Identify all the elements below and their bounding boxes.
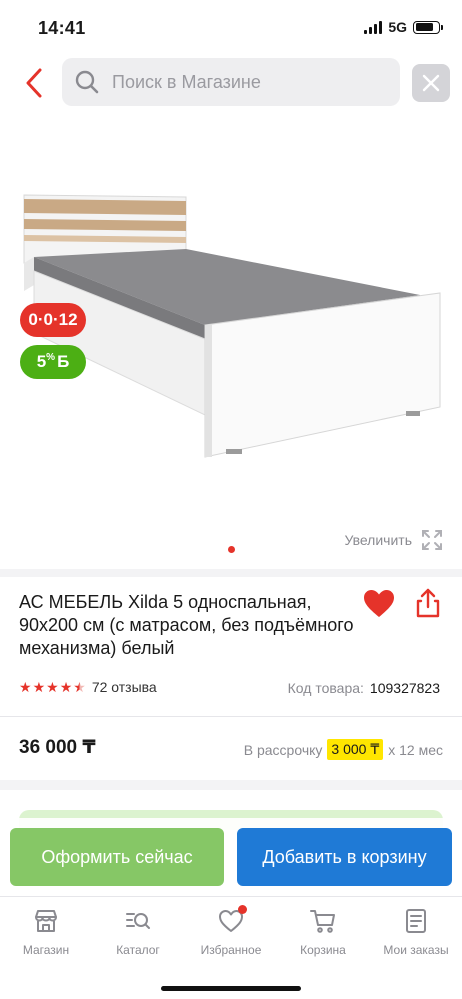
zoom-button[interactable]: Увеличить <box>344 528 444 552</box>
reviews-link[interactable]: 72 отзыва <box>92 679 157 695</box>
catalog-search-icon <box>126 913 150 929</box>
zoom-label: Увеличить <box>344 532 412 548</box>
status-bar: 14:41 5G <box>0 0 462 54</box>
installment-term: x 12 мес <box>388 741 443 758</box>
star-icon: ★ <box>19 679 32 695</box>
rating-row[interactable]: ★ ★ ★ ★ ★ 72 отзыва <box>19 679 157 695</box>
search-input[interactable] <box>112 71 372 93</box>
close-icon <box>422 74 440 92</box>
signal-icon <box>364 20 383 34</box>
product-title: АС МЕБЕЛЬ Xilda 5 односпальная, 90x200 с… <box>19 592 354 658</box>
share-button[interactable] <box>413 587 443 619</box>
section-divider <box>0 569 462 577</box>
star-icon: ★ <box>46 679 59 695</box>
tab-label: Избранное <box>200 943 262 957</box>
carousel-indicator[interactable] <box>228 546 235 553</box>
star-icon: ★ <box>32 679 46 695</box>
tab-bar: Магазин Каталог Избранное Корзина Мои за… <box>0 896 462 999</box>
tab-store[interactable]: Магазин <box>0 907 92 957</box>
bonus-value: 5 <box>36 352 47 371</box>
notification-dot <box>238 905 247 914</box>
installment-label: В рассрочку <box>243 741 323 758</box>
expand-icon <box>422 530 442 550</box>
tab-orders[interactable]: Мои заказы <box>370 907 462 957</box>
installment-badge: 0·0·12 <box>20 303 86 337</box>
tab-label: Мои заказы <box>383 943 449 957</box>
heart-icon <box>364 590 394 617</box>
tab-label: Каталог <box>116 943 160 957</box>
tab-label: Корзина <box>300 943 346 957</box>
status-indicators: 5G <box>364 19 443 35</box>
orders-icon <box>406 909 426 933</box>
section-divider <box>0 716 462 717</box>
network-type: 5G <box>388 19 407 35</box>
clear-search-button[interactable] <box>412 64 450 102</box>
product-code-value: 109327823 <box>369 680 440 696</box>
product-price: 36 000 ₸ <box>19 737 96 758</box>
search-icon <box>75 70 99 94</box>
back-button[interactable] <box>20 66 50 100</box>
store-icon <box>35 910 57 932</box>
search-bar[interactable] <box>62 58 400 106</box>
tab-catalog[interactable]: Каталог <box>92 907 184 957</box>
bonus-percent: % <box>46 351 56 363</box>
add-to-cart-button[interactable]: Добавить в корзину <box>237 828 452 886</box>
favorite-button[interactable] <box>362 587 396 621</box>
checkout-now-button[interactable]: Оформить сейчас <box>10 828 224 886</box>
tab-favorites[interactable]: Избранное <box>185 905 277 957</box>
product-code: Код товара: 109327823 <box>288 680 440 696</box>
cart-icon <box>310 910 335 933</box>
share-icon <box>416 588 440 618</box>
section-divider <box>0 780 462 790</box>
rating-stars: ★ ★ ★ ★ ★ <box>19 680 86 694</box>
search-header <box>0 58 462 108</box>
star-icon: ★ <box>59 679 73 695</box>
status-time: 14:41 <box>38 18 86 38</box>
star-half-icon: ★ <box>73 679 86 695</box>
bonus-badge: 5% Б <box>20 345 86 379</box>
installment-info[interactable]: В рассрочку 3 000 ₸ x 12 мес <box>244 739 443 760</box>
tab-label: Магазин <box>22 943 70 957</box>
tab-cart[interactable]: Корзина <box>277 907 369 957</box>
home-indicator <box>161 986 301 991</box>
battery-icon <box>413 20 443 34</box>
installment-amount: 3 000 ₸ <box>327 739 384 760</box>
action-bar: Оформить сейчас Добавить в корзину <box>0 818 462 896</box>
chevron-left-icon <box>26 68 42 98</box>
product-code-label: Код товара: <box>287 680 364 696</box>
bonus-currency: Б <box>57 352 70 371</box>
